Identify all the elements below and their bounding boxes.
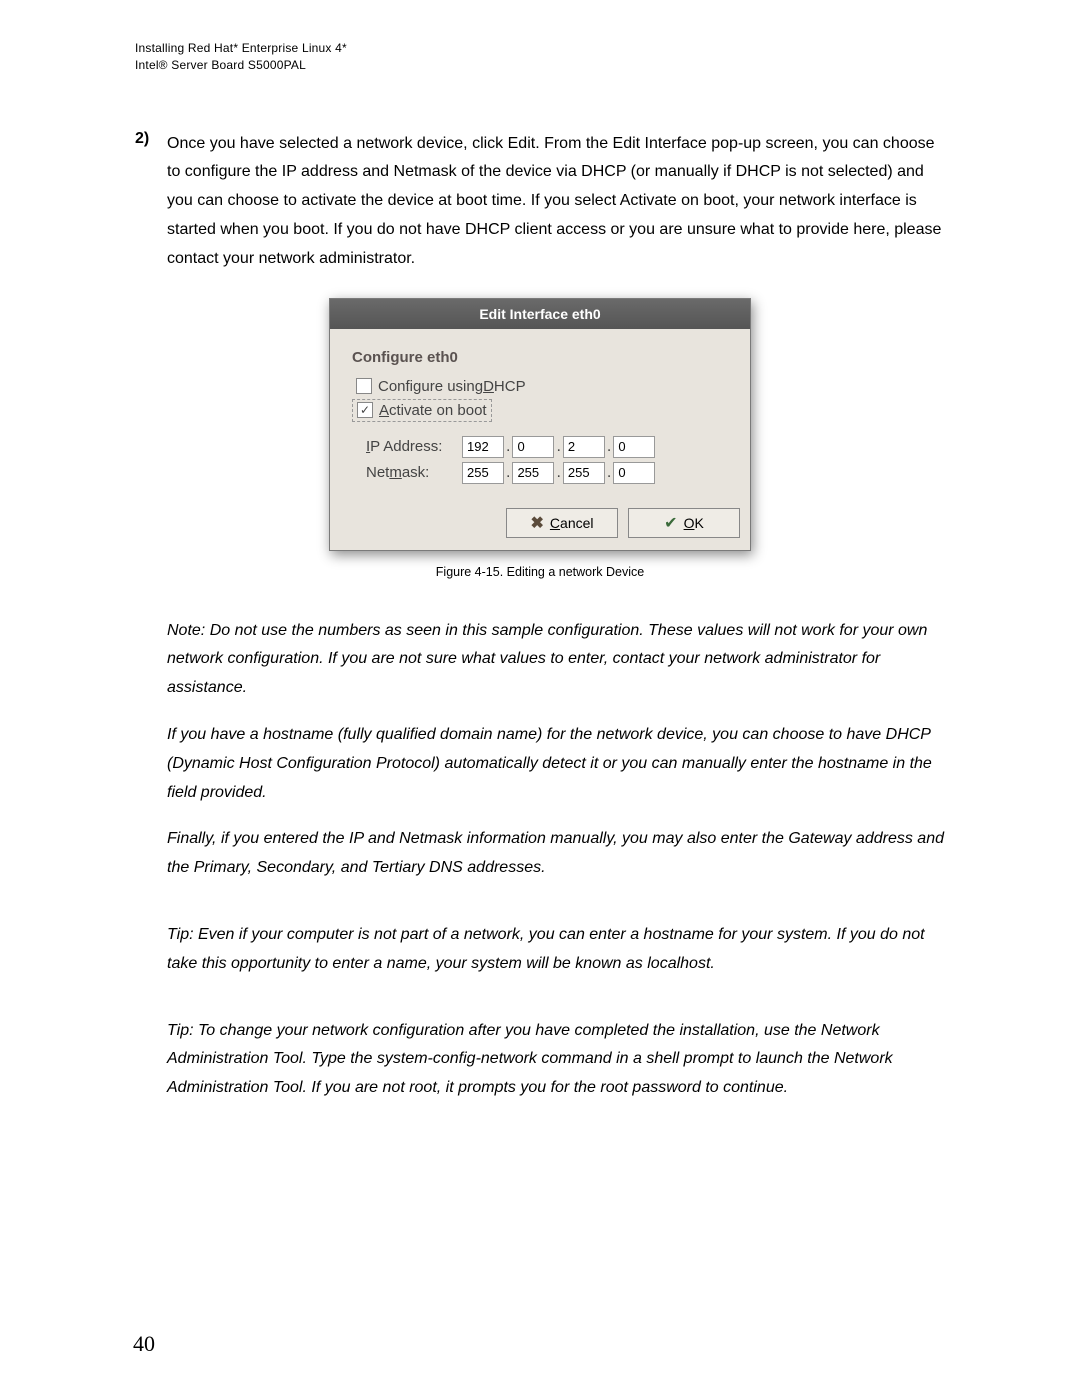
figure-caption: Figure 4-15. Editing a network Device	[135, 565, 945, 579]
dialog-footer: ✖ Cancel ✔ OK	[330, 502, 750, 550]
nm-octet-3[interactable]	[563, 462, 605, 484]
ip-octet-1[interactable]	[462, 436, 504, 458]
dot-icon: .	[607, 464, 611, 482]
configure-heading: Configure eth0	[352, 349, 728, 366]
note-paragraph-2: If you have a hostname (fully qualified …	[167, 721, 945, 807]
step-text: Once you have selected a network device,…	[167, 130, 945, 274]
header-line-1: Installing Red Hat* Enterprise Linux 4*	[135, 40, 945, 57]
ip-octet-2[interactable]	[512, 436, 554, 458]
note-paragraph-1: Note: Do not use the numbers as seen in …	[167, 617, 945, 703]
ip-grid: IP Address: . . . Netmask: . . .	[366, 436, 728, 484]
dialog-title: Edit Interface eth0	[330, 299, 750, 329]
ok-u: O	[684, 515, 695, 531]
cancel-button[interactable]: ✖ Cancel	[506, 508, 618, 538]
document-page: Installing Red Hat* Enterprise Linux 4* …	[0, 0, 1080, 1397]
nm-label-u: m	[389, 464, 402, 481]
activate-on-boot-checkbox-row[interactable]: ✓ Activate on boot	[352, 399, 492, 422]
ip-address-label: IP Address:	[366, 438, 462, 455]
dot-icon: .	[556, 464, 560, 482]
netmask-label: Netmask:	[366, 464, 462, 481]
dhcp-label-underline: D	[483, 378, 494, 395]
x-icon: ✖	[531, 513, 544, 533]
note-paragraph-3: Finally, if you entered the IP and Netma…	[167, 825, 945, 883]
edit-interface-dialog: Edit Interface eth0 Configure eth0 Confi…	[329, 298, 751, 551]
tip-paragraph-2: Tip: To change your network configuratio…	[167, 1017, 945, 1103]
ip-address-row: IP Address: . . .	[366, 436, 728, 458]
dhcp-label-pre: Configure using	[378, 378, 483, 395]
ok-button[interactable]: ✔ OK	[628, 508, 740, 538]
dhcp-checkbox-row[interactable]: Configure using DHCP	[352, 376, 530, 397]
cancel-label: Cancel	[550, 515, 594, 531]
activate-label-post: ctivate on boot	[389, 402, 487, 419]
dot-icon: .	[556, 438, 560, 456]
activate-label-underline: A	[379, 402, 389, 419]
nm-label-post: ask:	[402, 464, 430, 481]
nm-octet-2[interactable]	[512, 462, 554, 484]
dot-icon: .	[506, 438, 510, 456]
nm-label-pre: Net	[366, 464, 389, 481]
ok-post: K	[694, 515, 703, 531]
dot-icon: .	[607, 438, 611, 456]
nm-octet-1[interactable]	[462, 462, 504, 484]
ok-icon: ✔	[664, 513, 677, 533]
step-number: 2)	[135, 130, 167, 274]
checkbox-unchecked-icon	[356, 378, 372, 394]
cancel-post: ancel	[560, 515, 593, 531]
dialog-body: Configure eth0 Configure using DHCP ✓ Ac…	[330, 329, 750, 502]
step-2: 2) Once you have selected a network devi…	[135, 130, 945, 274]
nm-octet-4[interactable]	[613, 462, 655, 484]
page-number: 40	[133, 1331, 155, 1357]
ip-label-post: P Address:	[370, 438, 442, 455]
dot-icon: .	[506, 464, 510, 482]
checkbox-checked-icon: ✓	[357, 402, 373, 418]
header-line-2: Intel® Server Board S5000PAL	[135, 57, 945, 74]
ip-octet-3[interactable]	[563, 436, 605, 458]
ok-label: OK	[684, 515, 704, 531]
tip-paragraph-1: Tip: Even if your computer is not part o…	[167, 921, 945, 979]
netmask-row: Netmask: . . .	[366, 462, 728, 484]
page-header: Installing Red Hat* Enterprise Linux 4* …	[135, 40, 945, 74]
dialog-container: Edit Interface eth0 Configure eth0 Confi…	[135, 298, 945, 551]
notes-block: Note: Do not use the numbers as seen in …	[167, 617, 945, 1103]
ip-octet-4[interactable]	[613, 436, 655, 458]
cancel-u: C	[550, 515, 560, 531]
dhcp-label-post: HCP	[494, 378, 526, 395]
